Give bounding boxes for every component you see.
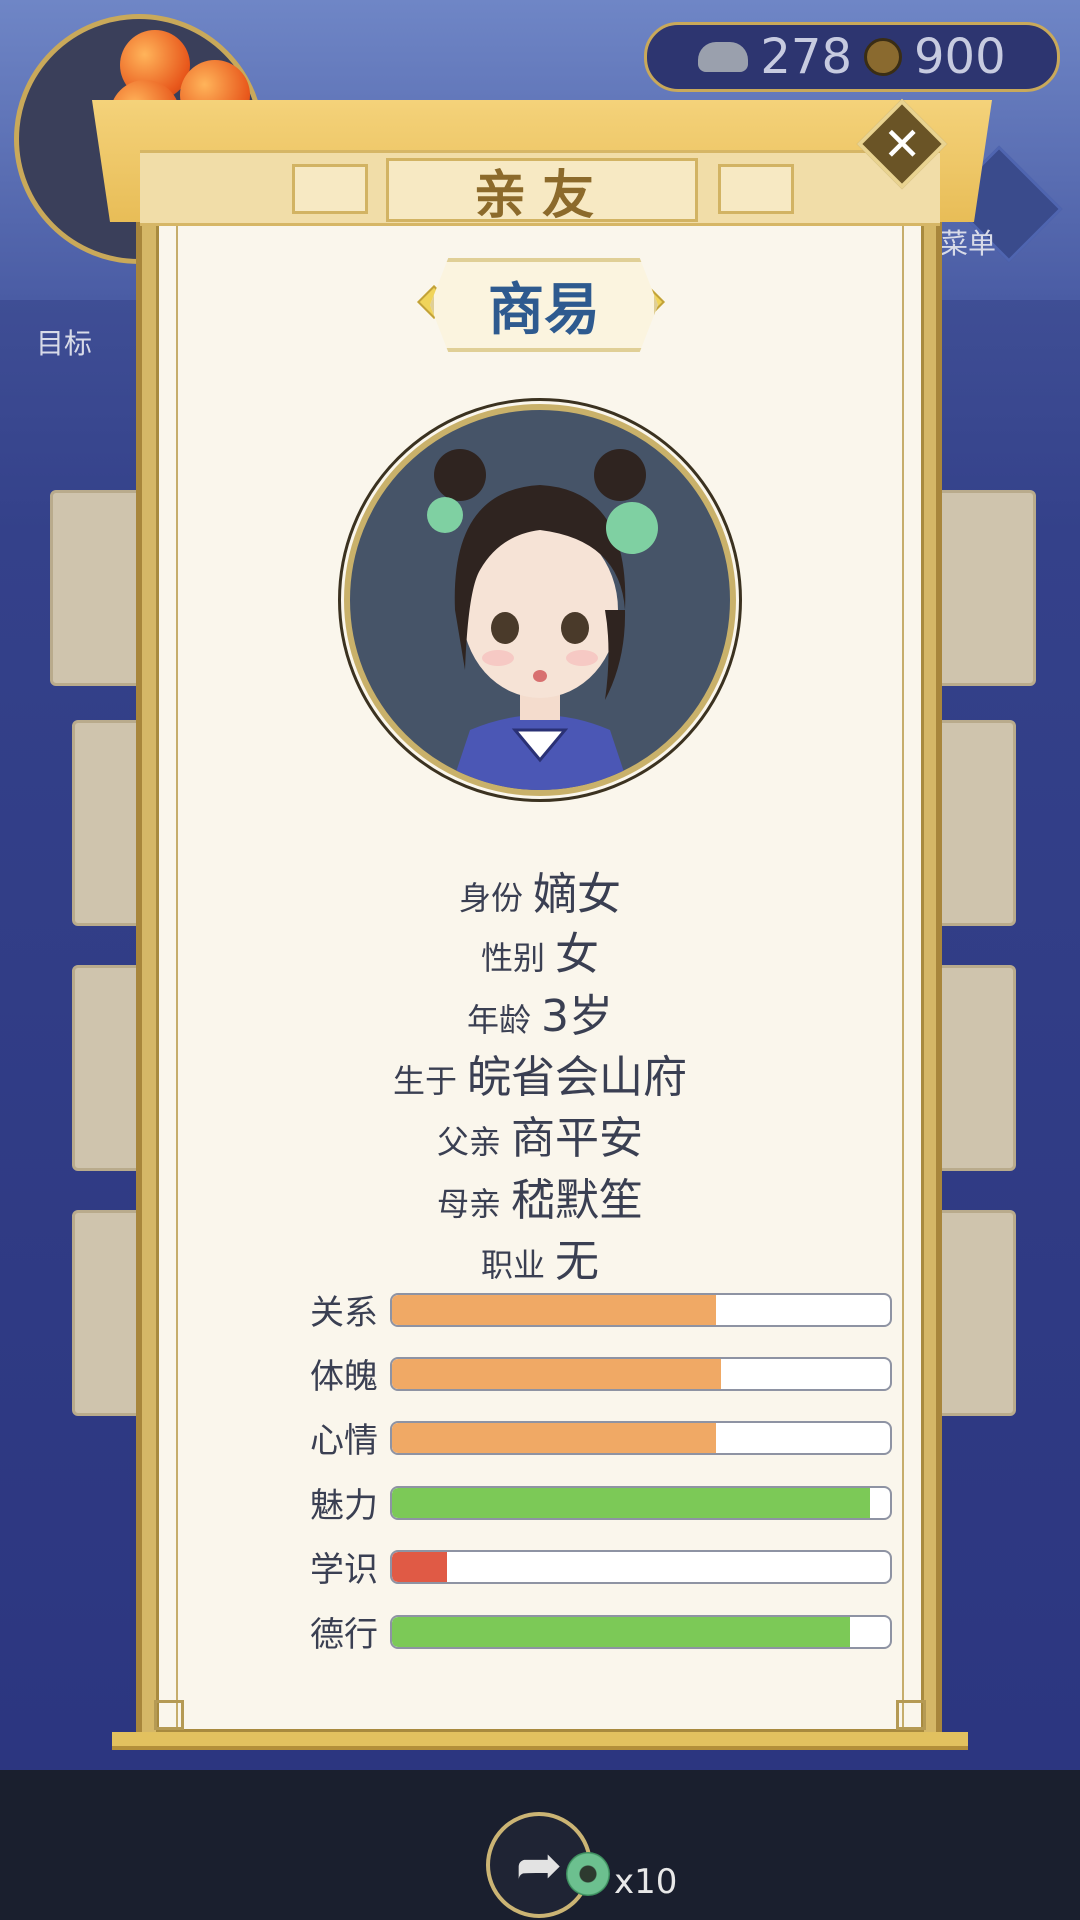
silver-ingot-icon: [698, 42, 749, 72]
copper-coin-icon: [864, 38, 902, 76]
copper-amount: 900: [914, 29, 1006, 85]
info-row-age: 年龄 3岁: [466, 991, 613, 1042]
dialog-title: 亲友: [386, 158, 698, 226]
girl-portrait-icon: [427, 449, 658, 790]
stat-fill: [392, 1617, 851, 1647]
corner-ornament: [896, 1700, 926, 1730]
stat-fill: [392, 1552, 447, 1582]
info-row-birthplace: 生于 皖省会山府: [392, 1052, 687, 1103]
stat-physique: 体魄: [300, 1357, 900, 1397]
close-icon: ✕: [882, 116, 922, 171]
stat-charm: 魅力: [300, 1486, 900, 1526]
currency-bar: 278 900: [644, 22, 1060, 92]
info-row-gender: 性别女: [480, 929, 599, 980]
stat-mood: 心情: [300, 1421, 900, 1461]
info-row-identity: 身份 嫡女: [458, 869, 621, 920]
stat-fill: [392, 1359, 721, 1389]
stat-fill: [392, 1423, 716, 1453]
title-ornament: [718, 164, 794, 214]
stat-fill: [392, 1488, 871, 1518]
character-name: 商易: [430, 258, 658, 352]
stat-fill: [392, 1295, 716, 1325]
stat-relationship: 关系: [300, 1293, 900, 1333]
character-portrait: [344, 404, 736, 796]
goal-label[interactable]: 目标: [36, 322, 92, 362]
jade-token-icon: [566, 1852, 610, 1896]
share-reward-count: x10: [614, 1862, 678, 1902]
info-row-father: 父亲 商平安: [436, 1113, 643, 1164]
corner-ornament: [154, 1700, 184, 1730]
share-icon: ➦: [515, 1832, 563, 1898]
info-row-occupation: 职业无: [480, 1236, 599, 1287]
menu-label[interactable]: 菜单: [940, 222, 996, 262]
stat-virtue: 德行: [300, 1615, 900, 1655]
info-row-mother: 母亲 嵇默笙: [436, 1175, 643, 1226]
scroll-rod: [112, 1732, 968, 1750]
silver-amount: 278: [760, 29, 852, 85]
stat-knowledge: 学识: [300, 1550, 900, 1590]
title-ornament: [292, 164, 368, 214]
